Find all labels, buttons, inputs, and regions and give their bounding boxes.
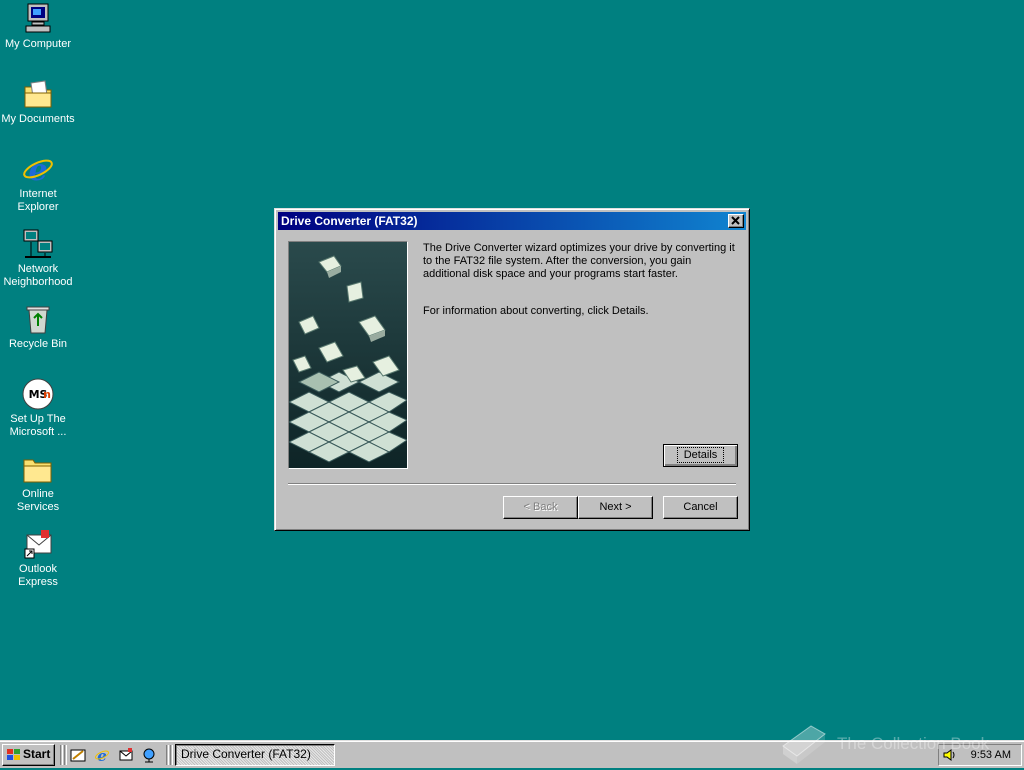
cancel-button[interactable]: Cancel (663, 496, 738, 519)
svg-text:e: e (28, 153, 47, 186)
channels-quicklaunch-icon[interactable] (141, 747, 157, 763)
wizard-info-text: For information about converting, click … (423, 305, 649, 317)
details-button[interactable]: Details (663, 444, 738, 467)
wizard-description: The Drive Converter wizard optimizes you… (423, 242, 735, 280)
desktop-icon-label: Set Up The (10, 413, 66, 425)
svg-text:e: e (97, 747, 107, 763)
volume-icon[interactable] (943, 748, 957, 762)
dialog-title: Drive Converter (FAT32) (281, 214, 418, 228)
dialog-separator (288, 483, 736, 485)
dialog-titlebar[interactable]: Drive Converter (FAT32) (278, 212, 746, 230)
taskbar-divider (166, 745, 169, 765)
next-button-label: Next > (599, 501, 632, 513)
back-button[interactable]: < Back (503, 496, 578, 519)
desktop-icon-label: Services (16, 501, 60, 513)
details-button-label: Details (676, 447, 725, 463)
taskbar-divider (64, 745, 67, 765)
svg-text:n: n (43, 388, 51, 401)
task-button-drive-converter[interactable]: Drive Converter (FAT32) (175, 744, 335, 766)
show-desktop-icon[interactable] (70, 747, 86, 763)
folder-documents-icon (24, 80, 52, 108)
start-button[interactable]: Start (2, 744, 55, 766)
desktop-icon-label: Internet (19, 188, 57, 200)
clock[interactable]: 9:53 AM (971, 745, 1011, 765)
desktop-icon-network-neighborhood[interactable]: Network Neighborhood (0, 227, 76, 289)
recycle-bin-icon (26, 306, 50, 334)
desktop-icon-label: Recycle Bin (8, 338, 68, 350)
floating-tiles-image (289, 242, 407, 468)
network-neighborhood-icon (23, 229, 53, 258)
desktop-icon-label: Outlook (19, 563, 57, 575)
desktop-icon-online-services[interactable]: Online Services (0, 452, 76, 514)
msn-icon: MS n (22, 378, 54, 410)
desktop-icon-internet-explorer[interactable]: e Internet Explorer (0, 152, 76, 214)
cancel-button-label: Cancel (683, 501, 718, 513)
task-button-label: Drive Converter (FAT32) (181, 747, 311, 761)
start-label: Start (23, 747, 51, 761)
outlook-express-icon (24, 530, 52, 559)
drive-converter-dialog: Drive Converter (FAT32) The Drive Conver… (274, 208, 750, 531)
system-tray: 9:53 AM (938, 744, 1022, 766)
desktop-icon-label: Microsoft ... (9, 426, 67, 438)
desktop-icon-recycle-bin[interactable]: Recycle Bin (0, 302, 76, 351)
close-icon (731, 216, 740, 225)
taskbar-divider (170, 745, 173, 765)
desktop-icon-label: My Computer (4, 38, 72, 50)
folder-icon (23, 459, 52, 483)
desktop-icon-outlook-express[interactable]: Outlook Express (0, 527, 76, 589)
internet-explorer-quicklaunch-icon[interactable]: e (94, 747, 110, 763)
taskbar-divider (60, 745, 63, 765)
desktop-icon-my-documents[interactable]: My Documents (0, 77, 76, 126)
desktop-icon-label: Explorer (17, 201, 59, 213)
desktop-icon-label: Network (17, 263, 59, 275)
internet-explorer-icon: e (23, 153, 53, 186)
desktop-icon-label: Online (22, 488, 54, 500)
next-button[interactable]: Next > (578, 496, 653, 519)
desktop-icon-label: Express (18, 576, 58, 588)
windows-logo-icon (7, 749, 20, 760)
wizard-illustration (288, 241, 408, 469)
desktop-icon-my-computer[interactable]: My Computer (0, 2, 76, 51)
desktop-icon-label: My Documents (1, 113, 75, 125)
my-computer-icon (25, 3, 51, 33)
outlook-express-quicklaunch-icon[interactable] (118, 747, 134, 763)
desktop-icon-label: Neighborhood (3, 276, 73, 288)
desktop-icon-setup-msn[interactable]: MS n Set Up The Microsoft ... (0, 377, 76, 439)
taskbar: Start e Drive Converter (FAT32) 9:53 AM (0, 740, 1024, 768)
back-button-label: < Back (523, 501, 558, 513)
close-button[interactable] (728, 214, 744, 228)
